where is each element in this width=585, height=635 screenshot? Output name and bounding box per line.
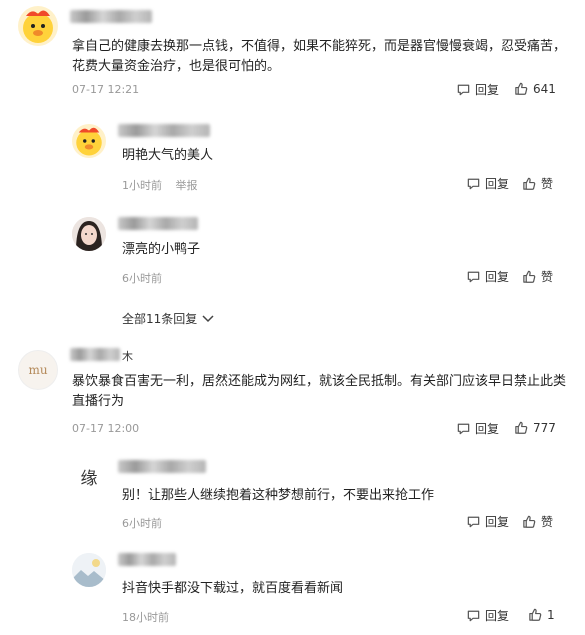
comment-text-line-1: 暴饮暴食百害无一利，居然还能成为网红，就该全民抵制。有关部门应该早日禁止此类 [72,374,567,389]
scenery-avatar-icon [72,553,106,587]
avatar-text: 缘 [80,469,98,489]
comment-1: 拿自己的健康去换那一点钱，不值得，如果不能猝死，而是器官慢慢衰竭，忍受痛苦， 花… [0,0,585,110]
reply-time: 18小时前 [122,611,169,624]
reply-text: 漂亮的小鸭子 [122,242,201,257]
reply-label: 回复 [485,515,510,529]
reply-button[interactable]: 回复 [466,607,509,624]
duck-avatar-icon [23,10,53,43]
like-count: 1 [547,607,555,622]
reply-button[interactable]: 回复 [466,513,509,530]
reply-meta: 1小时前 举报 [122,177,208,193]
username-blurred[interactable] [70,348,120,361]
reply-button[interactable]: 回复 [466,175,509,192]
reply-3: 缘 别！让那些人继续抱着这种梦想前行，不要出来抢工作 6小时前 回复 赞 [0,450,585,540]
like-label: 赞 [541,515,554,529]
reply-button[interactable]: 回复 [456,420,499,437]
avatar[interactable] [72,553,106,587]
username-blurred[interactable] [70,10,152,23]
comment-text-line-1: 拿自己的健康去换那一点钱，不值得，如果不能猝死，而是器官慢慢衰竭，忍受痛苦， [72,39,567,54]
reply-label: 回复 [475,422,500,436]
reply-button[interactable]: 回复 [466,268,509,285]
reply-icon [466,608,481,623]
avatar[interactable]: 缘 [72,462,106,496]
reply-2: 漂亮的小鸭子 6小时前 回复 赞 [0,205,585,295]
like-button[interactable]: 777 [514,420,556,435]
avatar[interactable] [72,217,106,251]
comment-text-line-2: 花费大量资金治疗，也是很可怕的。 [72,59,281,74]
reply-time: 6小时前 [122,272,162,285]
reply-label: 回复 [475,83,500,97]
reply-4: 抖音快手都没下载过，就百度看看新闻 18小时前 回复 1 [0,545,585,635]
avatar[interactable]: mu [18,350,58,390]
like-button[interactable]: 赞 [522,513,553,530]
avatar-text: mu [28,363,48,377]
like-button[interactable]: 641 [514,81,556,96]
reply-icon [466,269,481,284]
expand-replies-button[interactable]: 全部11条回复 [122,310,215,327]
like-label: 赞 [541,270,554,284]
like-count: 777 [533,420,556,435]
like-label: 赞 [541,177,554,191]
reply-text: 抖音快手都没下载过，就百度看看新闻 [122,581,344,596]
like-button[interactable]: 1 [528,607,555,622]
reply-icon [466,514,481,529]
avatar[interactable] [18,6,58,46]
thumbs-up-icon [522,269,537,284]
reply-text: 别！让那些人继续抱着这种梦想前行，不要出来抢工作 [122,488,435,503]
reply-time: 1小时前 [122,179,162,192]
like-count: 641 [533,81,556,96]
thumbs-up-icon [522,514,537,529]
reply-label: 回复 [485,270,510,284]
thumbs-up-icon [528,607,543,622]
report-link[interactable]: 举报 [176,179,198,192]
like-button[interactable]: 赞 [522,175,553,192]
username-blurred[interactable] [118,553,176,566]
reply-label: 回复 [485,609,510,623]
username-blurred[interactable] [118,460,206,473]
thumbs-up-icon [522,176,537,191]
reply-icon [466,176,481,191]
reply-text: 明艳大气的美人 [122,148,214,163]
reply-1: 明艳大气的美人 1小时前 举报 回复 赞 [0,110,585,200]
comment-time: 07-17 12:00 [72,422,140,435]
like-button[interactable]: 赞 [522,268,553,285]
thumbs-up-icon [514,420,529,435]
portrait-avatar-icon [72,217,106,251]
chevron-down-icon [202,314,214,322]
reply-time: 6小时前 [122,517,162,530]
comment-text-line-2: 直播行为 [72,394,125,409]
comment-time: 07-17 12:21 [72,83,140,96]
username-blurred[interactable] [118,124,210,137]
thumbs-up-icon [514,81,529,96]
reply-label: 回复 [485,177,510,191]
reply-icon [456,421,471,436]
username-tail: 木 [122,350,133,363]
comment-2: mu 木 暴饮暴食百害无一利，居然还能成为网红，就该全民抵制。有关部门应该早日禁… [0,340,585,450]
reply-button[interactable]: 回复 [456,81,499,98]
reply-icon [456,82,471,97]
expand-replies-label: 全部11条回复 [122,312,198,326]
username-blurred[interactable] [118,217,198,230]
avatar[interactable] [72,124,106,158]
duck-avatar-icon [76,127,102,156]
